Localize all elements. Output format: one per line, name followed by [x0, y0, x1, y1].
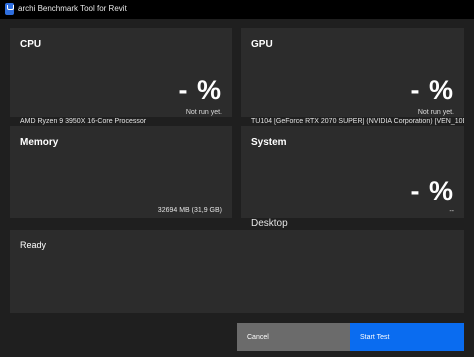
cancel-button[interactable]: Cancel	[237, 323, 350, 351]
cpu-name: AMD Ryzen 9 3950X 16-Core Processor	[20, 118, 147, 125]
cpu-title: CPU	[20, 39, 42, 50]
window-title: archi Benchmark Tool for Revit	[18, 4, 127, 13]
system-status: --	[449, 208, 454, 215]
log-panel: Ready	[10, 230, 464, 313]
gpu-status: Not run yet.	[417, 109, 454, 116]
main-window: CPU - % Not run yet. AMD Ryzen 9 3950X 1…	[0, 19, 474, 357]
gpu-title: GPU	[251, 39, 273, 50]
memory-title: Memory	[20, 137, 59, 148]
gpu-card: GPU - % Not run yet. TU104 [GeForce RTX …	[241, 28, 464, 125]
system-type: Desktop	[251, 218, 288, 229]
system-card: System - % -- Desktop	[241, 126, 464, 229]
gpu-score: - %	[410, 75, 454, 105]
title-bar: archi Benchmark Tool for Revit	[0, 0, 474, 19]
cpu-score: - %	[178, 75, 222, 105]
memory-card: Memory 32694 MB (31,9 GB)	[10, 126, 232, 218]
gpu-name: TU104 [GeForce RTX 2070 SUPER] (NVIDIA C…	[251, 118, 464, 125]
system-score: - %	[410, 176, 454, 206]
cpu-card: CPU - % Not run yet. AMD Ryzen 9 3950X 1…	[10, 28, 232, 125]
cpu-status: Not run yet.	[185, 109, 222, 116]
system-title: System	[251, 137, 287, 148]
start-test-button[interactable]: Start Test	[350, 323, 464, 351]
memory-size: 32694 MB (31,9 GB)	[157, 207, 222, 214]
log-text: Ready	[20, 240, 47, 250]
app-icon	[5, 3, 14, 15]
